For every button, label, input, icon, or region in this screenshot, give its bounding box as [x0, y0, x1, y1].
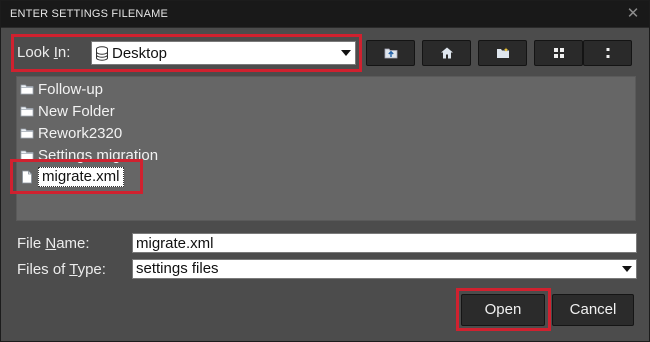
folder-icon [20, 84, 34, 95]
list-item-selected[interactable]: migrate.xml [20, 166, 124, 188]
file-type-label-suffix: ype: [77, 261, 106, 278]
look-in-label-prefix: Look [17, 44, 54, 61]
file-icon [22, 170, 32, 184]
title-bar[interactable]: ENTER SETTINGS FILENAME ✕ [1, 1, 649, 28]
look-in-label: Look In: [17, 44, 70, 61]
folder-icon [20, 106, 34, 117]
file-name-input[interactable] [132, 233, 637, 253]
dialog-title: ENTER SETTINGS FILENAME [10, 8, 169, 20]
file-name-label-suffix: ame: [56, 235, 90, 252]
folder-icon [20, 128, 34, 139]
new-folder-button[interactable] [478, 40, 527, 66]
cancel-button[interactable]: Cancel [552, 294, 634, 326]
file-list[interactable]: Follow-up New Folder Rework2320 Settings… [16, 76, 636, 221]
home-button[interactable] [422, 40, 471, 66]
list-item[interactable]: Settings migration [20, 144, 158, 166]
file-name-label: File Name: [17, 235, 90, 252]
list-item-label: migrate.xml [38, 167, 124, 187]
file-type-value: settings files [136, 260, 219, 277]
settings-file-dialog: ENTER SETTINGS FILENAME ✕ Look In: Deskt… [0, 0, 650, 342]
home-icon [440, 47, 453, 59]
list-item-label: Follow-up [38, 80, 104, 98]
details-view-button[interactable] [583, 40, 632, 66]
folder-up-icon [384, 48, 397, 59]
close-icon[interactable]: ✕ [625, 6, 641, 22]
details-view-icon [606, 48, 609, 58]
file-name-label-mnemonic: N [45, 235, 57, 252]
list-view-icon [553, 48, 564, 58]
new-folder-icon [496, 47, 509, 58]
up-one-level-button[interactable] [366, 40, 415, 66]
open-button[interactable]: Open [461, 294, 545, 326]
look-in-label-suffix: n: [57, 44, 71, 61]
list-item-label: Settings migration [38, 146, 159, 164]
list-view-button[interactable] [534, 40, 583, 66]
chevron-down-icon[interactable] [622, 266, 632, 272]
file-type-select[interactable]: settings files [132, 259, 637, 279]
look-in-select[interactable]: Desktop [91, 41, 356, 65]
list-item[interactable]: Follow-up [20, 78, 103, 100]
file-name-label-prefix: File [17, 235, 46, 252]
chevron-down-icon[interactable] [341, 50, 351, 56]
look-in-value: Desktop [112, 45, 168, 62]
file-type-label-prefix: Files of [17, 261, 70, 278]
list-item-label: New Folder [38, 102, 115, 120]
folder-icon [20, 150, 34, 161]
list-item-label: Rework2320 [38, 124, 123, 142]
drive-icon [96, 46, 108, 61]
file-type-label-mnemonic: T [69, 261, 78, 278]
file-type-label: Files of Type: [17, 261, 106, 278]
list-item[interactable]: Rework2320 [20, 122, 122, 144]
list-item[interactable]: New Folder [20, 100, 115, 122]
